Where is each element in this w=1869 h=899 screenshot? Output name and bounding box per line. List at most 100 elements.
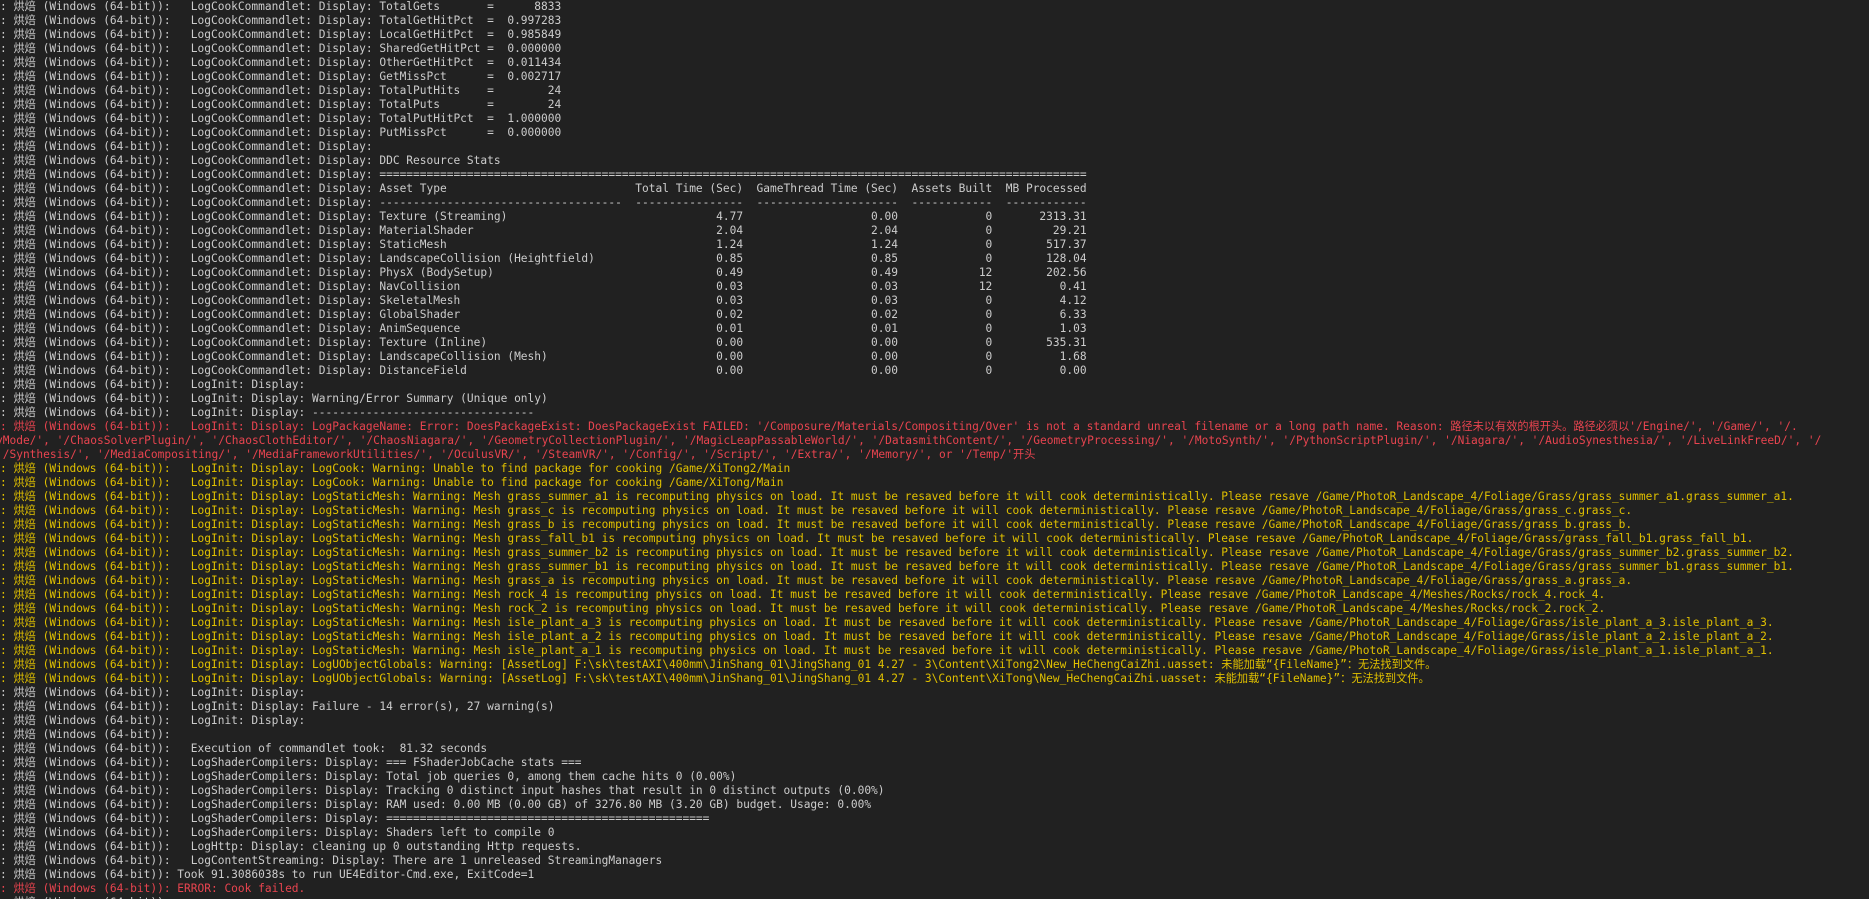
log-source: : 烘焙 (Windows (64-bit)): <box>0 504 171 517</box>
log-message: LogCookCommandlet: Display: Texture (Str… <box>170 210 1087 223</box>
log-line: : 烘焙 (Windows (64-bit)): LogContentStrea… <box>0 854 1869 868</box>
log-message: LogCookCommandlet: Display: ------------… <box>170 196 1087 209</box>
log-message: LogInit: Display: <box>170 714 306 727</box>
ddc-stat-line: : 烘焙 (Windows (64-bit)): LogCookCommandl… <box>0 0 1869 14</box>
log-source: : 烘焙 (Windows (64-bit)): <box>0 826 171 839</box>
log-message: Took 91.3086038s to run UE4Editor-Cmd.ex… <box>170 868 535 881</box>
log-message: LogCookCommandlet: Display: TotalPutHitP… <box>170 112 562 125</box>
log-message: LogShaderCompilers: Display: Total job q… <box>170 770 737 783</box>
log-source: : 烘焙 (Windows (64-bit)): <box>0 630 171 643</box>
log-line: : 烘焙 (Windows (64-bit)): LogShaderCompil… <box>0 756 1869 770</box>
log-message: LogShaderCompilers: Display: Shaders lef… <box>170 826 555 839</box>
log-message: LogCookCommandlet: Display: SkeletalMesh… <box>170 294 1087 307</box>
log-message: LogInit: Display: LogStaticMesh: Warning… <box>170 490 1794 503</box>
log-message: LogShaderCompilers: Display: ===========… <box>170 812 710 825</box>
log-line: : 烘焙 (Windows (64-bit)): LogShaderCompil… <box>0 812 1869 826</box>
log-message: LogInit: Display: LogStaticMesh: Warning… <box>170 630 1774 643</box>
log-line: : 烘焙 (Windows (64-bit)): LogInit: Displa… <box>0 392 1869 406</box>
ddc-stat-line: : 烘焙 (Windows (64-bit)): LogCookCommandl… <box>0 98 1869 112</box>
log-source: : 烘焙 (Windows (64-bit)): <box>0 196 171 209</box>
log-source: : 烘焙 (Windows (64-bit)): <box>0 812 171 825</box>
log-message: LogCookCommandlet: Display: TotalPuts = … <box>170 98 562 111</box>
log-message: Execution of commandlet took: 81.32 seco… <box>170 742 488 755</box>
log-message: LogHttp: Display: cleaning up 0 outstand… <box>170 840 582 853</box>
log-source: : 烘焙 (Windows (64-bit)): <box>0 56 171 69</box>
ddc-stat-line: : 烘焙 (Windows (64-bit)): LogCookCommandl… <box>0 112 1869 126</box>
log-source: : 烘焙 (Windows (64-bit)): <box>0 686 171 699</box>
log-source: : 烘焙 (Windows (64-bit)): <box>0 154 171 167</box>
log-source: : 烘焙 (Windows (64-bit)): <box>0 98 171 111</box>
log-source: : 烘焙 (Windows (64-bit)): <box>0 322 171 335</box>
log-source: : 烘焙 (Windows (64-bit)): <box>0 574 171 587</box>
table-row: : 烘焙 (Windows (64-bit)): LogCookCommandl… <box>0 322 1869 336</box>
log-source: : 烘焙 (Windows (64-bit)): <box>0 728 171 741</box>
log-source: : 烘焙 (Windows (64-bit)): <box>0 210 171 223</box>
error-line: : 烘焙 (Windows (64-bit)): LogInit: Displa… <box>0 420 1869 434</box>
log-message: LogShaderCompilers: Display: Tracking 0 … <box>170 784 885 797</box>
log-message: LogCookCommandlet: Display: Asset Type T… <box>170 182 1087 195</box>
log-message: LogCookCommandlet: Display: Texture (Inl… <box>170 336 1087 349</box>
console-output[interactable]: : 烘焙 (Windows (64-bit)): LogCookCommandl… <box>0 0 1869 899</box>
log-message: LogCookCommandlet: Display: GlobalShader… <box>170 308 1087 321</box>
log-source: : 烘焙 (Windows (64-bit)): <box>0 14 171 27</box>
log-message: LogCookCommandlet: Display: OtherGetHitP… <box>170 56 562 69</box>
log-message: LogInit: Display: LogStaticMesh: Warning… <box>170 616 1774 629</box>
error-line: : 烘焙 (Windows (64-bit)): ERROR: Cook fai… <box>0 882 1869 896</box>
log-message: LogCookCommandlet: Display: LandscapeCol… <box>170 252 1087 265</box>
log-line: : 烘焙 (Windows (64-bit)): LogShaderCompil… <box>0 770 1869 784</box>
log-message: LogInit: Display: LogStaticMesh: Warning… <box>170 574 1633 587</box>
ddc-stat-line: : 烘焙 (Windows (64-bit)): LogCookCommandl… <box>0 56 1869 70</box>
log-source: : 烘焙 (Windows (64-bit)): <box>0 868 171 881</box>
log-source: : 烘焙 (Windows (64-bit)): <box>0 462 171 475</box>
log-source: : 烘焙 (Windows (64-bit)): <box>0 476 171 489</box>
log-source: : 烘焙 (Windows (64-bit)): <box>0 658 171 671</box>
log-source: : 烘焙 (Windows (64-bit)): <box>0 238 171 251</box>
table-separator: : 烘焙 (Windows (64-bit)): LogCookCommandl… <box>0 168 1869 182</box>
log-source: : 烘焙 (Windows (64-bit)): <box>0 616 171 629</box>
log-line: : 烘焙 (Windows (64-bit)): LogInit: Displa… <box>0 406 1869 420</box>
log-message: LogInit: Display: LogStaticMesh: Warning… <box>170 504 1633 517</box>
warning-line: : 烘焙 (Windows (64-bit)): LogInit: Displa… <box>0 672 1869 686</box>
log-source: : 烘焙 (Windows (64-bit)): <box>0 672 171 685</box>
table-row: : 烘焙 (Windows (64-bit)): LogCookCommandl… <box>0 364 1869 378</box>
log-message: LogCookCommandlet: Display: <box>170 140 373 153</box>
table-row: : 烘焙 (Windows (64-bit)): LogCookCommandl… <box>0 280 1869 294</box>
log-source: : 烘焙 (Windows (64-bit)): <box>0 252 171 265</box>
log-line: : 烘焙 (Windows (64-bit)): Execution of co… <box>0 742 1869 756</box>
log-source: : 烘焙 (Windows (64-bit)): <box>0 644 171 657</box>
warning-line: : 烘焙 (Windows (64-bit)): LogInit: Displa… <box>0 644 1869 658</box>
log-message: LogInit: Display: Warning/Error Summary … <box>170 392 548 405</box>
log-source: : 烘焙 (Windows (64-bit)): <box>0 0 171 13</box>
warning-line: : 烘焙 (Windows (64-bit)): LogInit: Displa… <box>0 588 1869 602</box>
table-row: : 烘焙 (Windows (64-bit)): LogCookCommandl… <box>0 336 1869 350</box>
resource-stats-title: : 烘焙 (Windows (64-bit)): LogCookCommandl… <box>0 154 1869 168</box>
log-source: : 烘焙 (Windows (64-bit)): <box>0 182 171 195</box>
log-source: : 烘焙 (Windows (64-bit)): <box>0 546 171 559</box>
log-message: LogCookCommandlet: Display: TotalPutHits… <box>170 84 562 97</box>
ddc-stat-line: : 烘焙 (Windows (64-bit)): LogCookCommandl… <box>0 42 1869 56</box>
log-source: : 烘焙 (Windows (64-bit)): <box>0 336 171 349</box>
log-source: : 烘焙 (Windows (64-bit)): <box>0 70 171 83</box>
log-message: LogInit: Display: LogStaticMesh: Warning… <box>170 546 1794 559</box>
warning-line: : 烘焙 (Windows (64-bit)): LogInit: Displa… <box>0 602 1869 616</box>
log-message: LogInit: Display: LogPackageName: Error:… <box>170 420 1798 433</box>
log-message: LogCookCommandlet: Display: TotalGets = … <box>170 0 562 13</box>
warning-line: : 烘焙 (Windows (64-bit)): LogInit: Displa… <box>0 490 1869 504</box>
log-message: LogShaderCompilers: Display: RAM used: 0… <box>170 798 872 811</box>
log-line: : 烘焙 (Windows (64-bit)): LogShaderCompil… <box>0 826 1869 840</box>
log-source: : 烘焙 (Windows (64-bit)): <box>0 84 171 97</box>
ddc-stat-line: : 烘焙 (Windows (64-bit)): LogCookCommandl… <box>0 28 1869 42</box>
log-message: LogCookCommandlet: Display: AnimSequence… <box>170 322 1087 335</box>
table-separator: : 烘焙 (Windows (64-bit)): LogCookCommandl… <box>0 196 1869 210</box>
log-source: : 烘焙 (Windows (64-bit)): <box>0 588 171 601</box>
log-message: LogInit: Display: ----------------------… <box>170 406 535 419</box>
log-line: : 烘焙 (Windows (64-bit)): LogShaderCompil… <box>0 798 1869 812</box>
log-message: yMode/', '/ChaosSolverPlugin/', '/ChaosC… <box>0 434 1822 447</box>
log-line: : 烘焙 (Windows (64-bit)): <box>0 728 1869 742</box>
log-source: : 烘焙 (Windows (64-bit)): <box>0 560 171 573</box>
warning-line: : 烘焙 (Windows (64-bit)): LogInit: Displa… <box>0 560 1869 574</box>
log-line: : 烘焙 (Windows (64-bit)): LogHttp: Displa… <box>0 840 1869 854</box>
log-source: : 烘焙 (Windows (64-bit)): <box>0 420 171 433</box>
log-message: LogInit: Display: LogCook: Warning: Unab… <box>170 462 791 475</box>
log-source: : 烘焙 (Windows (64-bit)): <box>0 518 171 531</box>
